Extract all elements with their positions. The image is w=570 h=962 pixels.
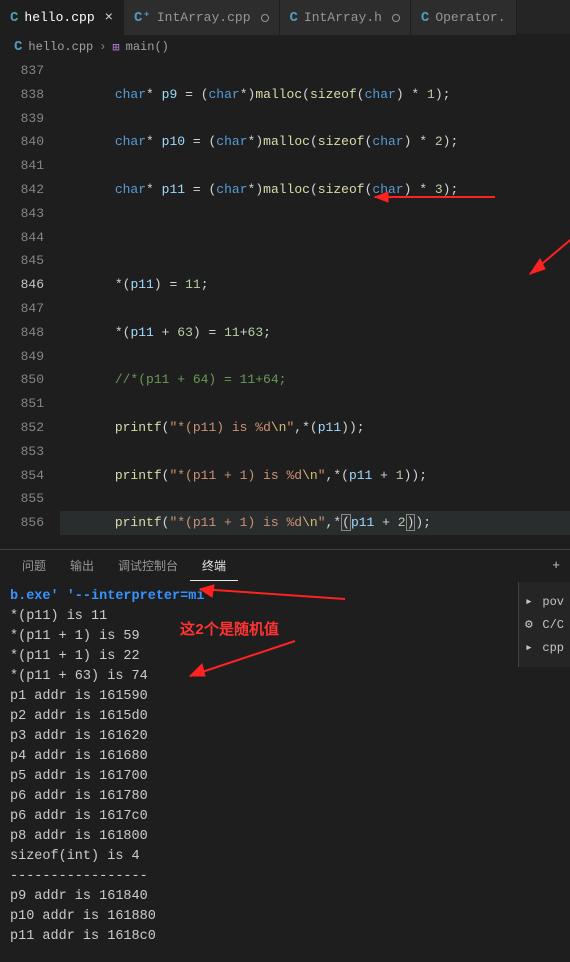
annotation-arrow-icon [370, 187, 500, 207]
annotation-arrow-icon [190, 583, 350, 603]
line-number: 844 [0, 226, 44, 250]
terminal-item[interactable]: ▸ cpp [523, 636, 566, 659]
chevron-right-icon: › [99, 40, 106, 54]
terminal-line: p5 addr is 161700 [10, 767, 560, 787]
c-file-icon: C [290, 10, 298, 26]
terminal-line: p1 addr is 161590 [10, 687, 560, 707]
terminal-line: p2 addr is 1615d0 [10, 707, 560, 727]
line-number: 846 [0, 273, 44, 297]
editor-tabs: C hello.cpp × C⁺ IntArray.cpp C IntArray… [0, 0, 570, 35]
terminal-line: p3 addr is 161620 [10, 727, 560, 747]
terminal-line: p11 addr is 1618c0 [10, 927, 560, 947]
annotation-arrow-icon [520, 214, 570, 284]
line-number: 855 [0, 487, 44, 511]
code-area[interactable]: char* p9 = (char*)malloc(sizeof(char) * … [60, 59, 570, 549]
breadcrumb-file[interactable]: hello.cpp [28, 40, 93, 54]
code-line[interactable] [60, 226, 570, 250]
c-file-icon: C [10, 10, 18, 26]
line-number: 843 [0, 202, 44, 226]
code-line[interactable]: printf("*(p11 + 1) is %d\n",*(p11 + 1)); [60, 464, 570, 488]
line-number: 847 [0, 297, 44, 321]
tab-problems[interactable]: 问题 [10, 551, 58, 580]
line-number: 842 [0, 178, 44, 202]
terminal[interactable]: b.exe' '--interpreter=mi' *(p11) is 11 *… [0, 581, 570, 961]
terminal-line: p8 addr is 161800 [10, 827, 560, 847]
line-number: 848 [0, 321, 44, 345]
line-number: 838 [0, 83, 44, 107]
annotation-arrow-icon [180, 636, 300, 686]
terminal-item[interactable]: ▸ pov [523, 590, 566, 613]
tab-label: IntArray.cpp [157, 10, 251, 25]
terminal-line: p6 addr is 1617c0 [10, 807, 560, 827]
line-number: 851 [0, 392, 44, 416]
gear-icon: ⚙ [525, 617, 538, 632]
terminal-line: sizeof(int) is 4 [10, 847, 560, 867]
line-number: 840 [0, 130, 44, 154]
line-number: 845 [0, 249, 44, 273]
terminal-item-label: cpp [542, 641, 564, 655]
line-number: 849 [0, 345, 44, 369]
terminal-line: p9 addr is 161840 [10, 887, 560, 907]
tab-output[interactable]: 输出 [58, 551, 106, 580]
terminal-line: p6 addr is 161780 [10, 787, 560, 807]
code-line[interactable]: //*(p11 + 64) = 11+64; [60, 368, 570, 392]
close-icon[interactable]: × [105, 10, 113, 26]
terminal-line: ----------------- [10, 867, 560, 887]
code-line[interactable]: printf("*(p11 + 1) is %d\n",*(p11 + 2)); [60, 511, 570, 535]
tab-label: Operator. [435, 10, 505, 25]
tab-debug-console[interactable]: 调试控制台 [106, 551, 190, 580]
tab-label: IntArray.h [304, 10, 382, 25]
line-gutter: 837 838 839 840 841 842 843 844 845 846 … [0, 59, 60, 549]
tab-operator[interactable]: C Operator. [411, 0, 517, 35]
tab-label: hello.cpp [24, 10, 94, 25]
unsaved-dot-icon [261, 14, 269, 22]
terminal-icon: ▸ [525, 640, 538, 655]
code-line[interactable]: *(p11) = 11; [60, 273, 570, 297]
cpp-file-icon: C⁺ [134, 9, 151, 26]
panel-actions: + [552, 558, 560, 573]
line-number: 837 [0, 59, 44, 83]
line-number: 850 [0, 368, 44, 392]
code-line[interactable]: char* p10 = (char*)malloc(sizeof(char) *… [60, 130, 570, 154]
code-line[interactable]: char* p9 = (char*)malloc(sizeof(char) * … [60, 83, 570, 107]
terminal-side-list: ▸ pov ⚙ C/C ▸ cpp [518, 582, 570, 667]
line-number: 839 [0, 107, 44, 131]
terminal-item[interactable]: ⚙ C/C [523, 613, 566, 636]
breadcrumb[interactable]: C hello.cpp › ⊞ main() [0, 35, 570, 59]
line-number: 854 [0, 464, 44, 488]
code-editor[interactable]: 837 838 839 840 841 842 843 844 845 846 … [0, 59, 570, 549]
terminal-line: *(p11) is 11 [10, 607, 560, 627]
new-terminal-button[interactable]: + [552, 558, 560, 573]
function-icon: ⊞ [112, 40, 119, 55]
unsaved-dot-icon [392, 14, 400, 22]
tab-terminal[interactable]: 终端 [190, 551, 238, 581]
line-number: 852 [0, 416, 44, 440]
tab-intarray-cpp[interactable]: C⁺ IntArray.cpp [124, 0, 279, 35]
line-number: 853 [0, 440, 44, 464]
c-file-icon: C [421, 10, 429, 26]
tab-intarray-h[interactable]: C IntArray.h [280, 0, 411, 35]
line-number: 841 [0, 154, 44, 178]
terminal-line: p4 addr is 161680 [10, 747, 560, 767]
terminal-item-label: pov [542, 595, 564, 609]
c-file-icon: C [14, 39, 22, 55]
panel-tabs: 问题 输出 调试控制台 终端 + [0, 549, 570, 581]
code-line[interactable]: printf("*(p11) is %d\n",*(p11)); [60, 416, 570, 440]
line-number: 856 [0, 511, 44, 535]
code-line[interactable]: *(p11 + 63) = 11+63; [60, 321, 570, 345]
terminal-line: p10 addr is 161880 [10, 907, 560, 927]
breadcrumb-function[interactable]: main() [126, 40, 169, 54]
terminal-command: b.exe' '--interpreter=mi' [10, 589, 213, 604]
terminal-icon: ▸ [525, 594, 538, 609]
tab-hello-cpp[interactable]: C hello.cpp × [0, 0, 124, 35]
terminal-item-label: C/C [542, 618, 564, 632]
